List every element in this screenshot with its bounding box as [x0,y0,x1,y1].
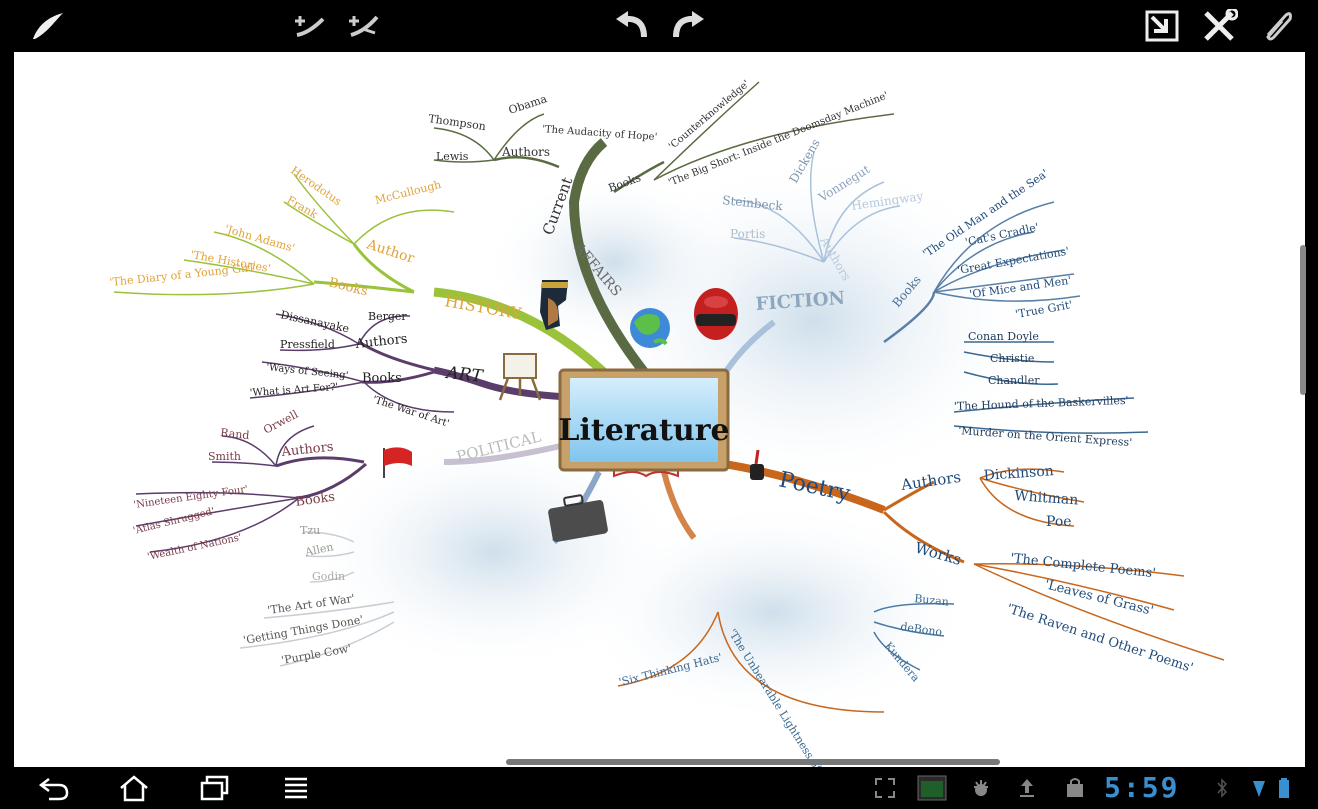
art-author-3: Pressfield [280,338,335,351]
art-book-2: 'What is Art For?' [249,382,338,399]
political-author-2: Orwell [261,407,300,436]
fiction-author-5: Portis [730,227,765,241]
poetry-work-1: 'The Complete Poems' [1010,551,1157,581]
poetry-author-1: Dickinson [983,463,1054,484]
wifi-icon [1250,775,1268,801]
poetry-author-2: Whitman [1014,488,1079,508]
mindmap-canvas[interactable]: Current AFFAIRS Authors Thompson Obama L… [14,52,1305,767]
political-book-2: 'Atlas Shrugged' [132,506,216,537]
undo-icon[interactable] [612,8,652,44]
current-book-2: 'Counterknowledge' [667,79,752,153]
upload-icon [1012,775,1042,801]
shopping-bag-icon [1060,775,1090,801]
history-book-1: 'John Adams' [223,222,296,254]
fullscreen-icon[interactable] [870,775,900,801]
history-book-3: 'The Diary of a Young Girl' [109,261,257,289]
export-icon[interactable] [1142,8,1182,44]
usb-debug-icon [966,775,996,801]
tools-icon[interactable] [1200,8,1240,44]
business-author-1: Tzu [300,524,320,537]
recent-apps-icon[interactable] [194,773,234,803]
political-author-1: Rand [220,426,250,442]
menu-icon[interactable] [276,773,316,803]
branch-add-icon[interactable] [290,8,330,44]
brush-icon[interactable] [28,8,68,44]
globe-icon [630,308,670,348]
history-author-3: Frank [285,193,321,221]
horizontal-scrollbar[interactable] [506,759,1000,765]
history-author-2: McCullough [374,178,443,207]
poetry-work-3: 'The Raven and Other Poems' [1005,602,1195,677]
art-author-1: Dissanayake [279,308,350,335]
mystery-author-3: Chandler [988,374,1040,387]
app-notification-icon[interactable] [914,775,950,801]
central-topic-label: Literature [558,413,729,448]
current-author-2: Obama [507,92,549,117]
battery-icon [1276,775,1292,801]
system-bar: 5:59 [0,767,1318,809]
current-author-1: Thompson [428,112,487,133]
art-authors-label: Authors [354,332,408,352]
mystery-author-1: Conan Doyle [968,330,1039,343]
branch-label-art: ART [443,363,485,387]
political-book-3: 'Wealth of Nations' [146,532,242,563]
mystery-book-2: 'Murder on the Orient Express' [958,424,1133,449]
political-book-1: 'Nineteen Eighty-Four' [133,484,249,511]
mystery-author-2: Christie [990,352,1034,365]
status-clock: 5:59 [1104,771,1180,804]
current-authors-label: Authors [501,145,550,159]
vertical-scrollbar[interactable] [1300,245,1306,395]
home-icon[interactable] [114,773,154,803]
helmet-icon [694,288,738,340]
app-toolbar [0,0,1318,52]
art-book-1: 'Ways of Seeing' [266,362,349,382]
back-icon[interactable] [34,773,74,803]
central-topic[interactable]: Literature [558,368,730,472]
business-author-3: Godin [312,570,345,583]
art-author-2: Berger [368,310,407,323]
redo-icon[interactable] [668,8,708,44]
political-author-3: Smith [208,450,241,463]
poetry-author-3: Poe [1046,514,1072,530]
poetry-work-2: 'Leaves of Grass' [1043,577,1155,619]
mindmap-svg: Current AFFAIRS Authors Thompson Obama L… [109,79,1225,767]
branch-add-alt-icon[interactable] [344,8,384,44]
bluetooth-icon [1214,775,1230,801]
business-book-3: 'Purple Cow' [280,642,352,667]
attach-icon[interactable] [1258,8,1298,44]
current-author-3: Lewis [436,150,469,163]
history-books-label: Books [327,275,369,299]
art-books-label: Books [362,371,402,386]
